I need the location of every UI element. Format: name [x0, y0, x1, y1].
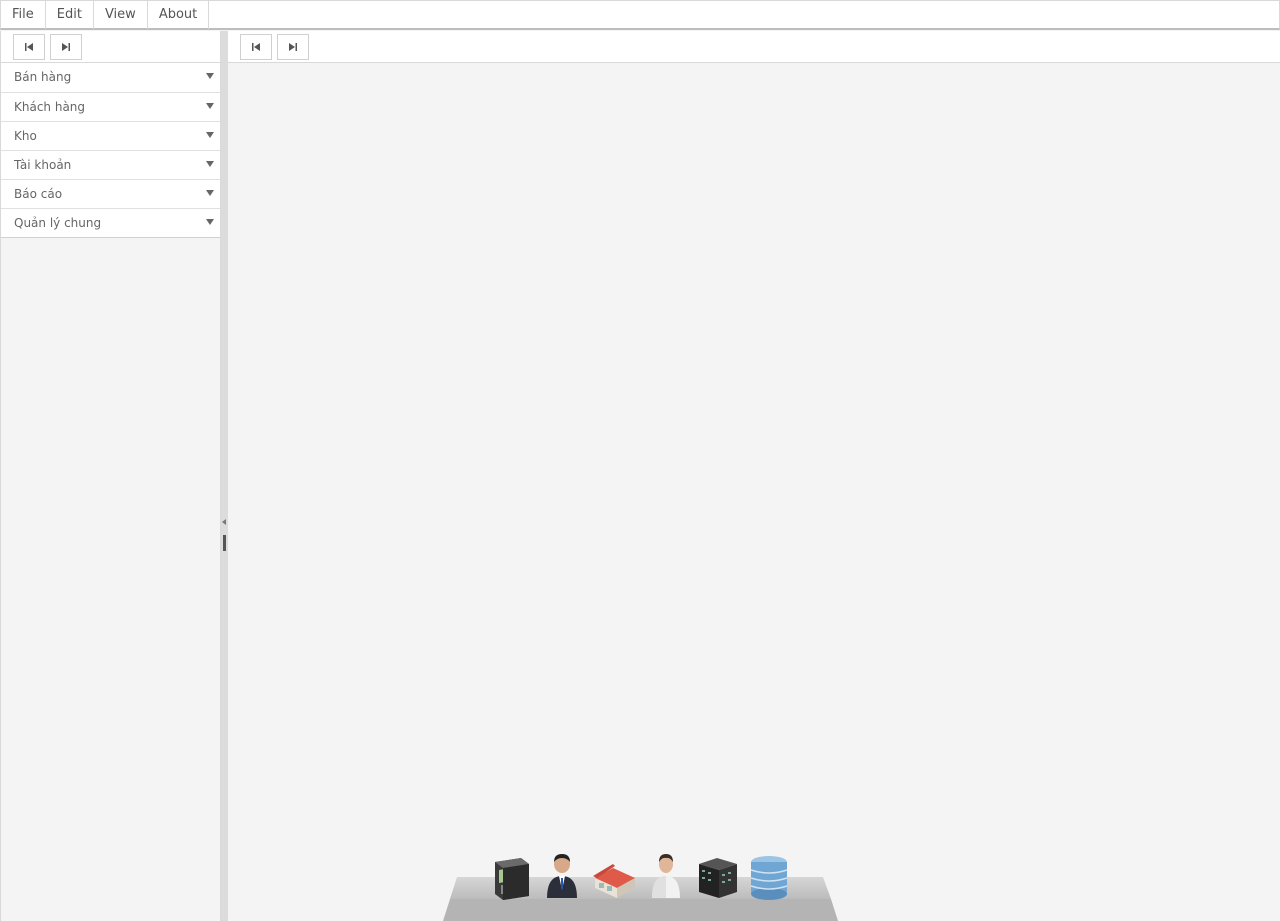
splitter-grip[interactable]: [223, 535, 226, 551]
sidebar-item-bao-cao[interactable]: Báo cáo: [1, 179, 220, 208]
sidebar-item-label: Quản lý chung: [14, 216, 102, 230]
chevron-down-icon: [206, 103, 214, 109]
sidebar-item-label: Bán hàng: [14, 70, 72, 84]
sidebar-item-quan-ly-chung[interactable]: Quản lý chung: [1, 208, 220, 237]
sidebar-first-button[interactable]: [13, 33, 45, 60]
chevron-down-icon: [206, 73, 214, 79]
sidebar-item-label: Kho: [14, 129, 37, 143]
collapse-arrow-icon[interactable]: [222, 519, 226, 525]
sidebar-item-label: Tài khoản: [14, 158, 72, 172]
menu-view[interactable]: View: [94, 1, 148, 29]
businessman-icon[interactable]: [539, 852, 585, 902]
sidebar: Bán hàng Khách hàng Kho Tài khoản Báo cá…: [0, 31, 221, 921]
menu-edit[interactable]: Edit: [46, 1, 94, 29]
last-page-icon: [62, 42, 70, 51]
main-last-button[interactable]: [277, 33, 309, 60]
sidebar-accordion: Bán hàng Khách hàng Kho Tài khoản Báo cá…: [1, 63, 220, 238]
last-page-icon: [289, 42, 297, 51]
sidebar-item-label: Khách hàng: [14, 100, 86, 114]
sidebar-item-tai-khoan[interactable]: Tài khoản: [1, 150, 220, 179]
first-page-icon: [252, 42, 260, 51]
menu-about[interactable]: About: [148, 1, 210, 29]
menubar: File Edit View About: [0, 0, 1280, 30]
sidebar-item-label: Báo cáo: [14, 187, 63, 201]
cash-register-icon[interactable]: [487, 852, 533, 902]
building-dark-icon[interactable]: [695, 852, 741, 902]
dock-icons: [487, 852, 793, 902]
warehouse-icon[interactable]: [591, 852, 637, 902]
chevron-down-icon: [206, 219, 214, 225]
sidebar-item-kho[interactable]: Kho: [1, 121, 220, 150]
panel-splitter[interactable]: [221, 31, 228, 921]
main-first-button[interactable]: [240, 33, 272, 60]
first-page-icon: [25, 42, 33, 51]
main-content: [228, 31, 1280, 921]
building-glass-icon[interactable]: [747, 852, 793, 902]
main-toolbar: [228, 31, 1280, 63]
sidebar-item-khach-hang[interactable]: Khách hàng: [1, 92, 220, 121]
user-icon[interactable]: [643, 852, 689, 902]
sidebar-toolbar: [1, 31, 220, 63]
sidebar-last-button[interactable]: [50, 33, 82, 60]
menu-file[interactable]: File: [1, 1, 46, 29]
chevron-down-icon: [206, 190, 214, 196]
app-dock: [443, 852, 838, 921]
sidebar-item-ban-hang[interactable]: Bán hàng: [1, 63, 220, 92]
chevron-down-icon: [206, 132, 214, 138]
chevron-down-icon: [206, 161, 214, 167]
